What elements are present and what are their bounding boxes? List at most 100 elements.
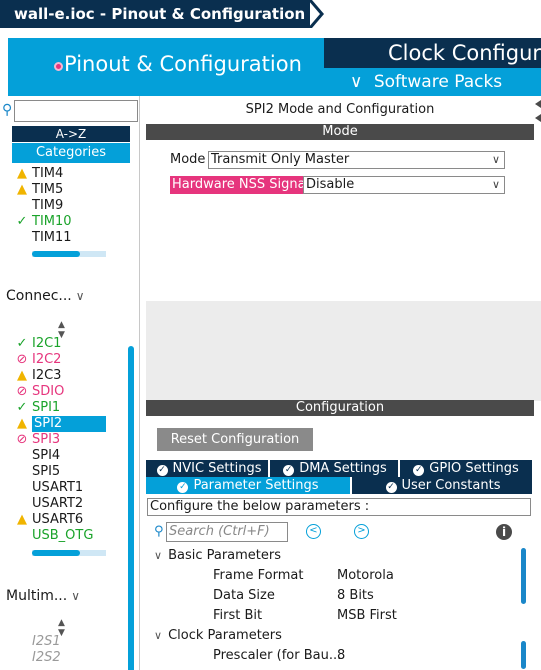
parameter-search-input[interactable]: Search (Ctrl+F) — [166, 522, 288, 542]
horizontal-scrollbar[interactable] — [32, 251, 106, 257]
category-search-input[interactable] — [14, 100, 138, 122]
list-item-i2c1[interactable]: ✓ I2C1 — [17, 336, 62, 352]
search-icon: ⚲ — [2, 102, 13, 118]
check-circle-icon: ✓ — [385, 482, 397, 493]
mode-select-value: Transmit Only Master — [211, 152, 350, 167]
page-title: SPI2 Mode and Configuration — [245, 102, 435, 117]
tab-pinout-label: Pinout & Configuration — [64, 52, 302, 76]
check-circle-icon: ✓ — [283, 465, 295, 476]
nss-select-value: Disable — [306, 177, 355, 192]
list-item-tim5[interactable]: ▲ TIM5 — [17, 182, 63, 198]
list-item-tim11[interactable]: TIM11 — [32, 230, 72, 246]
disabled-icon: ⊘ — [16, 432, 28, 447]
list-item-i2c3[interactable]: ▲ I2C3 — [17, 368, 61, 384]
check-circle-icon: ✓ — [177, 482, 189, 493]
sort-az-button[interactable]: A->Z — [12, 126, 130, 142]
list-item-spi1[interactable]: ✓ SPI1 — [17, 400, 61, 416]
mode-panel-spacer — [146, 301, 541, 401]
breadcrumb-title[interactable]: wall-e.ioc - Pinout & Configuration — [0, 0, 310, 28]
tab-nvic-settings[interactable]: ✓ NVIC Settings — [150, 460, 270, 477]
list-item-usart2[interactable]: USART2 — [32, 496, 83, 512]
list-item-tim10[interactable]: ✓ TIM10 — [17, 214, 72, 230]
list-item-spi3[interactable]: ⊘ SPI3 — [17, 432, 61, 448]
tab-software-packs[interactable]: ∨ Software Packs — [324, 68, 541, 96]
category-search: ⚲ — [0, 100, 138, 122]
spi2-config-panel: SPI2 Mode and Configuration Mode Mode Tr… — [146, 96, 541, 670]
check-icon: ✓ — [16, 336, 28, 351]
warning-icon: ▲ — [17, 368, 27, 383]
list-item-usart1[interactable]: USART1 — [32, 480, 83, 496]
search-next-icon[interactable]: > — [354, 524, 369, 539]
parameters-scrollbar[interactable] — [521, 548, 526, 604]
horizontal-scrollbar[interactable] — [32, 550, 106, 556]
info-icon[interactable]: i — [496, 524, 512, 540]
param-data-size-name: Data Size — [213, 588, 275, 603]
group-clock-parameters[interactable]: ∨ Clock Parameters — [154, 628, 282, 643]
chevron-down-icon: ∨ — [71, 589, 81, 603]
title-bar: wall-e.ioc - Pinout & Configuration — [0, 0, 541, 28]
check-icon: ✓ — [16, 214, 28, 229]
param-prescaler-value[interactable]: 8 — [337, 648, 345, 663]
disabled-icon: ⊘ — [16, 352, 28, 367]
mode-label: Mode — [170, 152, 206, 167]
top-tab-band: Pinout & Configuration Clock Configurat … — [0, 28, 541, 96]
mode-section-header: Mode — [146, 124, 534, 140]
list-item-spi2[interactable]: ▲ SPI2 — [17, 416, 106, 432]
tab-dma-settings[interactable]: ✓ DMA Settings — [272, 460, 400, 477]
panel-collapse-icon[interactable] — [535, 96, 541, 126]
tab-user-constants[interactable]: ✓ User Constants — [354, 477, 532, 494]
mode-select[interactable]: Transmit Only Master ∨ — [208, 151, 505, 169]
param-frame-format-value[interactable]: Motorola — [337, 568, 394, 583]
tab-clock-configuration[interactable]: Clock Configurat — [324, 38, 541, 68]
parameters-caption: Configure the below parameters : — [147, 498, 531, 516]
reset-configuration-button[interactable]: Reset Configuration — [157, 428, 313, 451]
list-item-sdio[interactable]: ⊘ SDIO — [17, 384, 65, 400]
software-packs-label: Software Packs — [373, 72, 503, 92]
param-frame-format-name: Frame Format — [213, 568, 304, 583]
chevron-down-icon: ∨ — [491, 178, 500, 191]
breadcrumb-arrow-icon — [308, 0, 324, 28]
param-first-bit-value[interactable]: MSB First — [337, 608, 397, 623]
configuration-section-header: Configuration — [146, 400, 534, 416]
search-previous-icon[interactable]: < — [306, 524, 321, 539]
list-item-spi5[interactable]: SPI5 — [32, 464, 60, 480]
param-prescaler-name: Prescaler (for Bau... — [213, 648, 342, 663]
list-item-usb-otg[interactable]: ✓USB_OTG — [32, 528, 108, 544]
list-item-usart6[interactable]: ▲ USART6 — [17, 512, 83, 528]
chevron-down-icon: ∨ — [75, 289, 85, 303]
list-item-tim4[interactable]: ▲ TIM4 — [17, 166, 63, 182]
config-tabs-row-2: ✓ Parameter Settings ✓ User Constants — [146, 477, 532, 494]
config-tabs-row-1: ✓ NVIC Settings ✓ DMA Settings ✓ GPIO Setti… — [146, 460, 532, 477]
tab-gpio-settings[interactable]: ✓ GPIO Settings — [402, 460, 530, 477]
hardware-nss-select[interactable]: Disable ∨ — [303, 176, 505, 194]
list-item-tim9[interactable]: TIM9 — [32, 198, 63, 214]
list-item-spi4[interactable]: SPI4 — [32, 448, 60, 464]
check-circle-icon: ✓ — [156, 465, 168, 476]
chevron-down-icon: ∨ — [154, 629, 163, 642]
warning-icon: ▲ — [17, 512, 27, 527]
disabled-icon: ⊘ — [16, 384, 28, 399]
chevron-down-icon: ∨ — [491, 153, 500, 166]
list-item-i2s1[interactable]: I2S1 — [32, 634, 61, 650]
check-icon: ✓ — [16, 400, 28, 415]
chevron-down-icon: ∨ — [154, 549, 163, 562]
list-item-i2s2[interactable]: I2S2 — [32, 650, 61, 666]
check-circle-icon: ✓ — [413, 465, 425, 476]
categories-button[interactable]: Categories — [12, 143, 130, 163]
categories-panel: ⚲ A->Z Categories ▲ TIM4 ▲ TIM5 TIM9 ✓ TIM1… — [0, 96, 140, 670]
group-multimedia[interactable]: Multim... ∨ — [6, 588, 80, 604]
hardware-nss-label: Hardware NSS Signal — [170, 176, 312, 194]
parameter-search: ⚲ Search (Ctrl+F) — [154, 522, 290, 542]
param-first-bit-name: First Bit — [213, 608, 263, 623]
list-item-i2c2[interactable]: ⊘ I2C2 — [17, 352, 62, 368]
vertical-scrollbar[interactable] — [128, 346, 134, 670]
group-basic-parameters[interactable]: ∨ Basic Parameters — [154, 548, 281, 563]
search-icon: ⚲ — [154, 524, 164, 539]
param-data-size-value[interactable]: 8 Bits — [337, 588, 374, 603]
tab-pinout-configuration[interactable]: Pinout & Configuration — [8, 38, 324, 96]
group-connectivity[interactable]: Connec... ∨ — [6, 288, 85, 304]
parameters-scrollbar-lower[interactable] — [521, 641, 526, 669]
tab-parameter-settings[interactable]: ✓ Parameter Settings — [146, 477, 352, 494]
chevron-down-icon: ∨ — [350, 72, 363, 92]
warning-icon: ▲ — [17, 182, 27, 197]
